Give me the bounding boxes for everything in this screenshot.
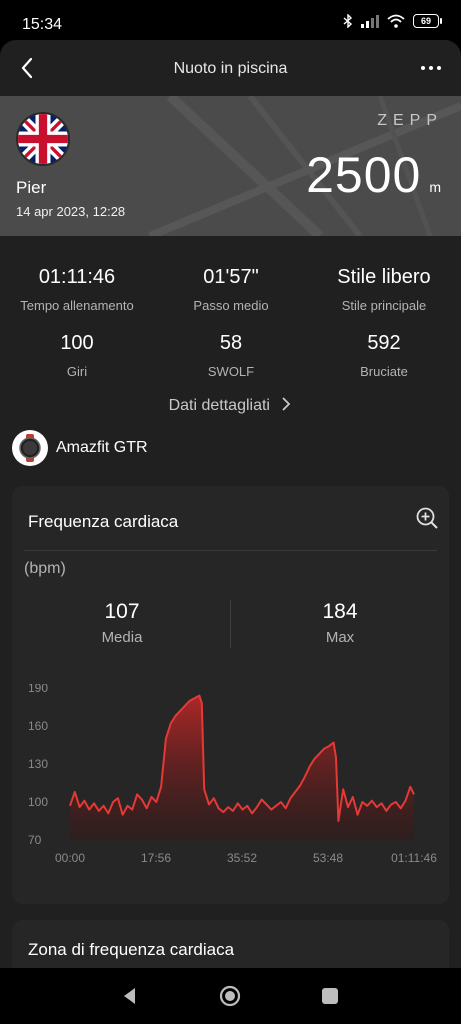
x-tick-label: 01:11:46 <box>391 851 437 865</box>
stat-value: 58 <box>219 332 243 354</box>
divider <box>24 550 437 551</box>
x-tick-label: 53:48 <box>313 851 343 865</box>
stat-value: 592 <box>367 332 401 354</box>
stat-duration: 01:11:46 Tempo allenamento <box>0 266 154 313</box>
heart-rate-area <box>70 695 414 840</box>
nav-recents-button[interactable] <box>318 984 342 1008</box>
zoom-in-icon <box>416 507 438 529</box>
detailed-data-link[interactable]: Dati dettagliati <box>0 397 461 415</box>
max-label: Max <box>325 629 355 646</box>
max-heart-rate: 184 Max <box>240 600 440 646</box>
status-bar: 15:34 69 <box>0 0 461 44</box>
nav-back-button[interactable] <box>118 984 142 1008</box>
y-tick-label: 100 <box>28 795 48 809</box>
more-dots-icon <box>421 66 441 70</box>
stat-label: Passo medio <box>193 298 269 313</box>
heart-rate-zone-card[interactable]: Zona di frequenza cardiaca <box>12 920 449 968</box>
x-tick-label: 35:52 <box>227 851 257 865</box>
app-screen: Nuoto in piscina Pier 14 apr 2023, 12:28… <box>0 40 461 968</box>
device-row[interactable]: Amazfit GTR <box>12 430 148 466</box>
status-icons: 69 <box>343 14 442 28</box>
stat-swolf: 58 SWOLF <box>154 332 308 379</box>
y-tick-label: 70 <box>28 833 42 847</box>
max-value: 184 <box>322 600 358 623</box>
zoom-button[interactable] <box>415 506 439 530</box>
workout-date: 14 apr 2023, 12:28 <box>16 204 126 219</box>
metric-separator <box>230 600 231 648</box>
watch-icon <box>12 430 48 466</box>
bluetooth-icon <box>343 14 353 28</box>
x-tick-label: 00:00 <box>55 851 85 865</box>
triangle-back-icon <box>124 988 135 1004</box>
stat-label: Stile principale <box>341 298 427 313</box>
brand-logo: ZEPP <box>377 112 443 129</box>
page-title: Nuoto in piscina <box>173 60 288 77</box>
wifi-icon <box>387 14 405 28</box>
y-tick-label: 160 <box>28 719 48 733</box>
square-recents-icon <box>322 988 338 1004</box>
heart-rate-line <box>69 694 415 822</box>
y-tick-label: 190 <box>28 684 48 695</box>
stat-label: Giri <box>66 364 88 379</box>
status-time: 15:34 <box>22 16 63 33</box>
stat-calories: 592 Bruciate <box>307 332 461 379</box>
stat-label: Tempo allenamento <box>20 298 134 313</box>
workout-summary-header: Pier 14 apr 2023, 12:28 ZEPP 2500 m <box>0 96 461 236</box>
stat-value: Stile libero <box>337 266 431 288</box>
device-name: Amazfit GTR <box>56 439 148 456</box>
stat-value: 01:11:46 <box>38 266 116 288</box>
chevron-right-icon <box>282 397 291 411</box>
stat-stroke: Stile libero Stile principale <box>307 266 461 313</box>
x-tick-label: 17:56 <box>141 851 171 865</box>
stat-value: 01'57" <box>203 266 259 288</box>
average-label: Media <box>101 629 143 646</box>
stat-value: 100 <box>60 332 94 354</box>
distance-unit: m <box>429 179 441 195</box>
unit-label: (bpm) <box>24 560 66 577</box>
average-value: 107 <box>104 600 140 623</box>
y-tick-label: 130 <box>28 757 48 771</box>
nav-home-button[interactable] <box>218 984 242 1008</box>
heart-rate-title: Frequenza cardiaca <box>28 512 179 531</box>
stat-laps: 100 Giri <box>0 332 154 379</box>
signal-icon <box>361 14 379 28</box>
stat-pace: 01'57" Passo medio <box>154 266 308 313</box>
user-avatar-flag <box>16 112 70 166</box>
total-distance: 2500 m <box>306 146 441 204</box>
stat-label: Bruciate <box>360 364 408 379</box>
heart-rate-zone-title: Zona di frequenza cardiaca <box>28 940 235 959</box>
uk-flag-icon <box>18 114 68 164</box>
average-heart-rate: 107 Media <box>22 600 222 646</box>
user-name: Pier <box>16 178 47 197</box>
battery-indicator: 69 <box>413 14 442 28</box>
distance-value: 2500 <box>306 147 422 203</box>
circle-home-icon <box>219 985 241 1007</box>
heart-rate-card: Frequenza cardiaca (bpm) 107 Media 184 M… <box>12 486 449 904</box>
top-bar: Nuoto in piscina <box>0 40 461 96</box>
stat-label: SWOLF <box>207 364 255 379</box>
heart-rate-chart: 190 160 130 100 70 00:00 17:56 35:52 53:48 01:11:… <box>28 684 437 865</box>
system-nav-bar <box>0 968 461 1024</box>
more-options-button[interactable] <box>417 54 445 82</box>
detailed-data-label: Dati dettagliati <box>168 397 270 414</box>
